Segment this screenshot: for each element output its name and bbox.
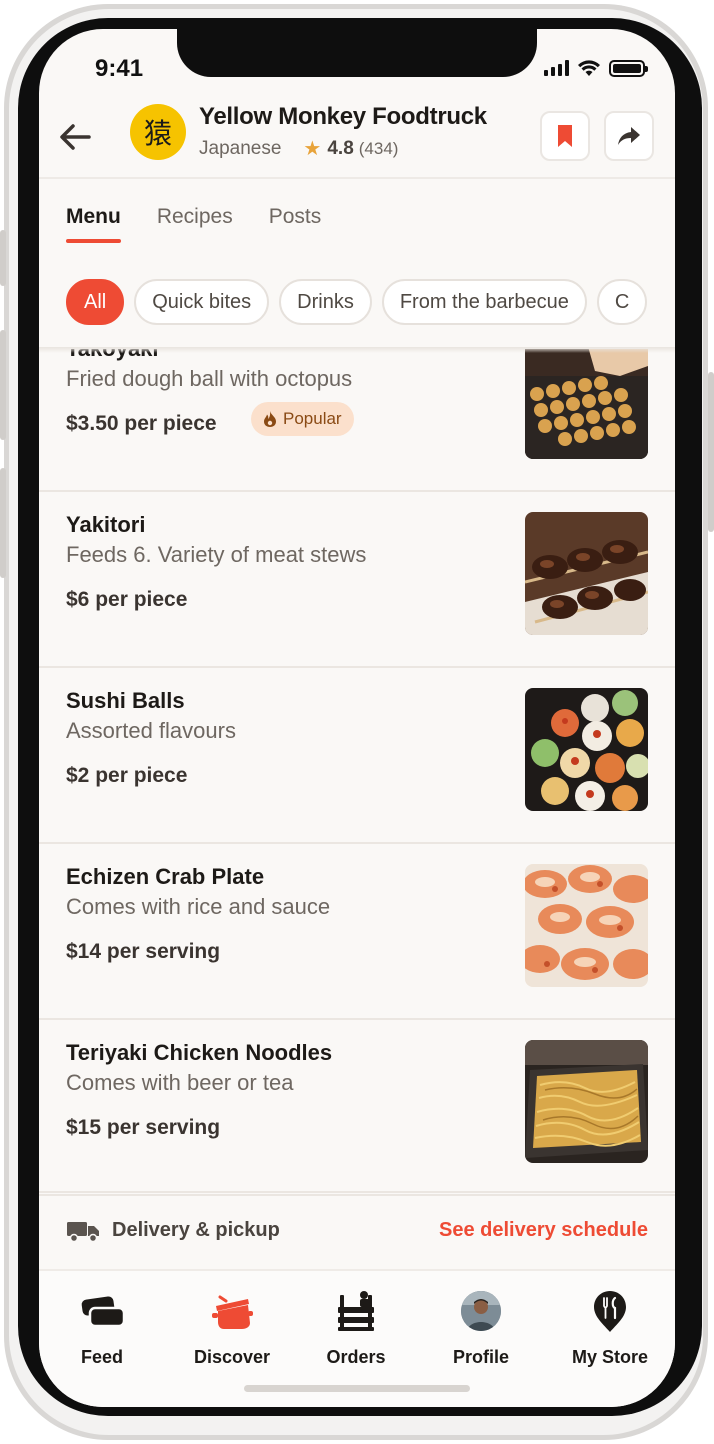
menu-item[interactable]: Takoyaki Fried dough ball with octopus $… — [39, 349, 675, 492]
tab-recipes[interactable]: Recipes — [157, 205, 233, 243]
bottom-nav: Feed Discover Orders Profile My Store — [39, 1269, 675, 1407]
side-button-left — [0, 468, 6, 578]
store-logo-glyph: 猿 — [143, 117, 172, 150]
store-name: Yellow Monkey Foodtruck — [199, 103, 487, 130]
tab-menu[interactable]: Menu — [66, 205, 121, 243]
crab-plate-photo — [525, 864, 648, 987]
tab-posts[interactable]: Posts — [269, 205, 322, 243]
menu-item[interactable]: Sushi Balls Assorted flavours $2 per pie… — [39, 668, 675, 844]
nav-label: Discover — [193, 1347, 271, 1367]
menu-item-price: $15 per serving — [66, 1116, 221, 1139]
avatar — [461, 1291, 501, 1331]
noodles-photo — [525, 1040, 648, 1163]
share-icon — [618, 127, 640, 145]
menu-item-description: Fried dough ball with octopus — [66, 366, 353, 391]
signal-icon — [544, 60, 569, 76]
nav-label: My Store — [571, 1347, 649, 1367]
yakitori-photo — [525, 512, 648, 635]
menu-item[interactable]: Echizen Crab Plate Comes with rice and s… — [39, 844, 675, 1020]
menu-item-description: Feeds 6. Variety of meat stews — [66, 542, 367, 567]
delivery-schedule-link[interactable]: See delivery schedule — [439, 1219, 648, 1242]
menu-item-price: $2 per piece — [66, 764, 188, 787]
delivery-label: Delivery & pickup — [112, 1219, 280, 1241]
menu-item[interactable]: Yakitori Feeds 6. Variety of meat stews … — [39, 492, 675, 668]
home-indicator — [244, 1385, 470, 1392]
wifi-icon — [578, 60, 600, 76]
menu-item-name: Yakitori — [66, 512, 146, 537]
menu-item-price: $6 per piece — [66, 588, 188, 611]
content-tabs: Menu Recipes Posts — [66, 205, 321, 243]
menu-item-price: $3.50 per piece — [66, 412, 217, 435]
menu-item-description: Comes with beer or tea — [66, 1070, 294, 1095]
pot-icon — [177, 1287, 287, 1335]
nav-orders[interactable]: Orders — [301, 1287, 411, 1368]
chip-all[interactable]: All — [66, 279, 125, 325]
category-chips: All Quick bites Drinks From the barbecue… — [66, 279, 675, 325]
chips-shadow — [39, 347, 675, 353]
menu-item-description: Comes with rice and sauce — [66, 894, 331, 919]
orders-icon — [301, 1287, 411, 1335]
store-header: 猿 Yellow Monkey Foodtruck Japanese ★ 4.8… — [39, 99, 675, 179]
review-count: (434) — [358, 138, 399, 158]
takoyaki-photo — [525, 349, 648, 459]
share-button[interactable] — [604, 111, 654, 161]
nav-feed[interactable]: Feed — [47, 1287, 157, 1368]
side-button-left — [0, 230, 6, 286]
chip-from-the-barbecue[interactable]: From the barbecue — [381, 279, 587, 325]
chip-drinks[interactable]: Drinks — [279, 279, 372, 325]
menu-list[interactable]: Takoyaki Fried dough ball with octopus $… — [39, 349, 675, 1269]
menu-item-name: Teriyaki Chicken Noodles — [66, 1040, 333, 1065]
menu-item-name: Sushi Balls — [66, 688, 185, 713]
store-meta: Japanese ★ 4.8 (434) — [199, 136, 398, 161]
nav-discover[interactable]: Discover — [177, 1287, 287, 1368]
back-arrow-icon — [60, 124, 91, 150]
back-button[interactable] — [55, 117, 95, 157]
side-button-left — [0, 330, 6, 440]
battery-icon — [609, 59, 648, 77]
chip-quick-bites[interactable]: Quick bites — [134, 279, 270, 325]
badge-label: Popular — [283, 409, 342, 428]
feed-icon — [47, 1287, 157, 1335]
status-icons — [544, 59, 648, 77]
status-time: 9:41 — [95, 55, 144, 82]
truck-icon — [67, 1222, 99, 1243]
app-screen: 9:41 猿 Yellow Monkey Foodtruck Japanese … — [39, 29, 675, 1407]
menu-item-description: Assorted flavours — [66, 718, 236, 743]
store-rating: 4.8 — [327, 137, 354, 159]
notch — [177, 29, 537, 77]
menu-item-name: Echizen Crab Plate — [66, 864, 265, 889]
store-cuisine: Japanese — [199, 137, 282, 159]
side-button-right — [708, 372, 714, 532]
bookmark-button[interactable] — [540, 111, 590, 161]
menu-item[interactable]: Teriyaki Chicken Noodles Comes with beer… — [39, 1020, 675, 1196]
store-pin-icon — [555, 1287, 665, 1335]
nav-profile[interactable]: Profile — [426, 1287, 536, 1368]
star-icon: ★ — [303, 138, 322, 160]
nav-my-store[interactable]: My Store — [555, 1287, 665, 1368]
store-logo: 猿 — [130, 104, 186, 160]
delivery-bar: Delivery & pickup See delivery schedule — [39, 1191, 675, 1267]
popular-badge: Popular — [251, 402, 354, 436]
chip-more[interactable]: C — [596, 279, 648, 325]
nav-label: Profile — [452, 1347, 509, 1367]
flame-icon — [264, 411, 276, 427]
nav-label: Orders — [326, 1347, 386, 1367]
menu-item-price: $14 per serving — [66, 940, 221, 963]
bookmark-icon — [558, 125, 572, 147]
sushi-balls-photo — [525, 688, 648, 811]
nav-label: Feed — [80, 1347, 123, 1367]
